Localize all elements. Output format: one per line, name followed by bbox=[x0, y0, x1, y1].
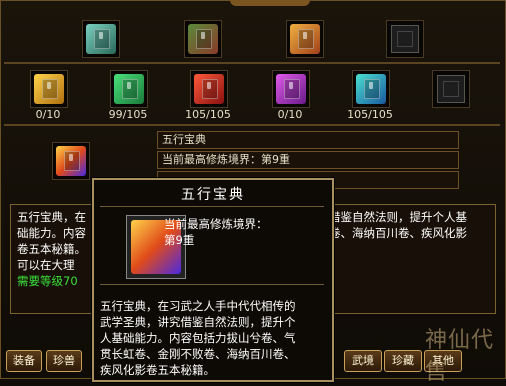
divider-mid bbox=[4, 124, 500, 126]
top-slot-4[interactable] bbox=[386, 20, 424, 58]
book-count-4: 0/10 bbox=[277, 108, 303, 121]
book-slot-6[interactable] bbox=[432, 70, 470, 108]
tooltip-body-line: 五行宝典，在习武之人手中代代相传的 bbox=[100, 299, 296, 313]
book-count-1: 0/10 bbox=[35, 108, 61, 121]
martial-tab-button[interactable]: 武境 bbox=[344, 350, 382, 372]
book-icon bbox=[356, 74, 386, 104]
description-line: 借鉴自然法则，提升个人基 bbox=[329, 210, 467, 224]
description-line: 可以在大理 bbox=[17, 258, 75, 272]
book-icon bbox=[86, 24, 116, 54]
tooltip-body-line: 人基础能力。内容包括力拔山兮卷、气 bbox=[100, 331, 296, 345]
equip-tab-button[interactable]: 装备 bbox=[6, 350, 42, 372]
top-slot-2[interactable] bbox=[184, 20, 222, 58]
site-watermark: 神仙代售 bbox=[425, 328, 495, 385]
tooltip-separator bbox=[100, 284, 324, 285]
book-icon bbox=[276, 74, 306, 104]
tooltip-title: 五行宝典 bbox=[181, 187, 245, 203]
item-tooltip: 五行宝典 当前最高修炼境界： 第9重 五行宝典，在习武之人手中代代相传的 武学圣… bbox=[92, 178, 334, 382]
book-slot-1[interactable] bbox=[30, 70, 68, 108]
collection-tab-button[interactable]: 珍藏 bbox=[384, 350, 422, 372]
tooltip-body-line: 疾风化影卷五本秘籍。 bbox=[100, 363, 215, 377]
book-name-field: 五行宝典 bbox=[157, 131, 459, 149]
required-level: 需要等级70 bbox=[17, 274, 78, 288]
book-slot-4[interactable] bbox=[272, 70, 310, 108]
selected-book-slot[interactable] bbox=[52, 142, 90, 180]
empty-slot-icon bbox=[391, 25, 419, 53]
book-slot-5[interactable] bbox=[352, 70, 390, 108]
book-realm-field: 当前最高修炼境界：第9重 bbox=[157, 151, 459, 169]
tooltip-realm-label: 当前最高修炼境界： bbox=[164, 217, 268, 231]
top-slot-1[interactable] bbox=[82, 20, 120, 58]
top-slot-3[interactable] bbox=[286, 20, 324, 58]
tooltip-body-line: 贯长虹卷、金刚不败卷、海纳百川卷、 bbox=[100, 347, 296, 361]
beast-tab-button[interactable]: 珍兽 bbox=[46, 350, 82, 372]
book-count-3: 105/105 bbox=[185, 108, 231, 121]
book-icon bbox=[194, 74, 224, 104]
book-count-5: 105/105 bbox=[347, 108, 393, 121]
scroll-bundle-icon bbox=[188, 24, 218, 54]
empty-slot-icon bbox=[437, 75, 465, 103]
description-line: 卷、海纳百川卷、疾风化影 bbox=[329, 226, 467, 240]
panel-top-ornament bbox=[230, 0, 310, 6]
book-slot-3[interactable] bbox=[190, 70, 228, 108]
tooltip-realm-value: 第9重 bbox=[164, 233, 195, 247]
treasure-chest-icon bbox=[290, 24, 320, 54]
divider-top bbox=[4, 62, 500, 64]
book-count-2: 99/105 bbox=[108, 108, 148, 121]
description-line: 五行宝典，在 bbox=[17, 210, 86, 224]
tooltip-body-line: 武学圣典，讲究借鉴自然法则，提升个 bbox=[100, 315, 296, 329]
book-icon bbox=[56, 146, 86, 176]
tooltip-separator bbox=[100, 206, 324, 207]
book-slot-2[interactable] bbox=[110, 70, 148, 108]
description-line: 卷五本秘籍。 bbox=[17, 242, 86, 256]
description-line: 础能力。内容 bbox=[17, 226, 86, 240]
book-icon bbox=[114, 74, 144, 104]
book-icon bbox=[34, 74, 64, 104]
